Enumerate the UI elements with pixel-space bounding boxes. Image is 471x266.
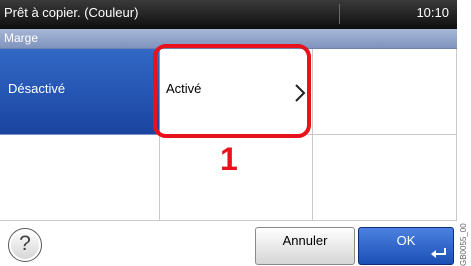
figure-code: GB0055_00: [459, 223, 468, 266]
step-number: 1: [220, 141, 238, 177]
enter-icon: [431, 248, 446, 258]
clock: 10:10: [416, 5, 449, 20]
empty-cell: [313, 49, 457, 135]
help-button[interactable]: ?: [8, 228, 42, 262]
copier-screen: Prêt à copier. (Couleur) 10:10 Marge Dés…: [0, 0, 457, 266]
status-message: Prêt à copier. (Couleur): [4, 5, 139, 20]
cancel-button[interactable]: Annuler: [255, 227, 355, 265]
status-divider: [339, 4, 340, 24]
cancel-label: Annuler: [282, 233, 328, 248]
question-mark-icon: ?: [19, 232, 31, 255]
empty-cell: [313, 135, 457, 221]
option-desactive-button[interactable]: Désactivé: [0, 49, 160, 135]
ok-button[interactable]: OK: [358, 227, 454, 265]
ok-label: OK: [396, 233, 416, 248]
status-bar: Prêt à copier. (Couleur) 10:10: [0, 0, 457, 29]
bottom-bar: ? Annuler OK: [0, 221, 457, 266]
step-highlight-box: [153, 44, 311, 138]
option-desactive-label: Désactivé: [8, 81, 66, 96]
empty-cell: [0, 135, 160, 221]
page-title: Marge: [4, 31, 39, 45]
